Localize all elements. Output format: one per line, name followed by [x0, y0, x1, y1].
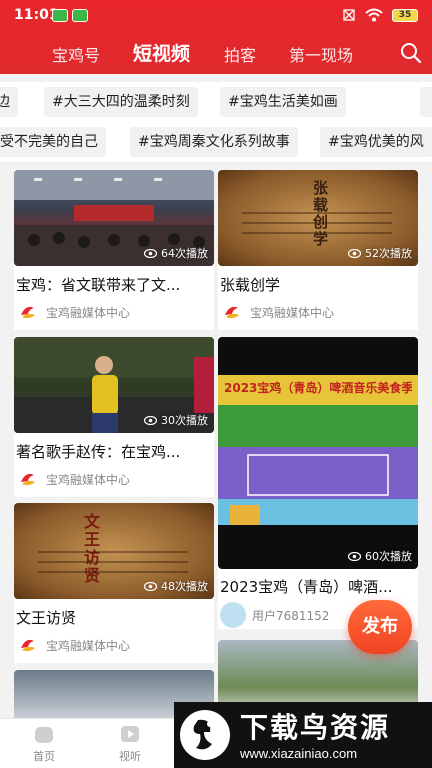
video-author[interactable]: 宝鸡融媒体中心 [16, 633, 130, 657]
eye-icon [144, 581, 157, 591]
eye-icon [348, 551, 361, 561]
video-author[interactable]: 用户7681152 [220, 602, 329, 628]
watermark-title: 下载鸟资源 [240, 711, 391, 744]
avatar [220, 602, 246, 628]
view-count: 60次播放 [348, 548, 412, 564]
media-center-logo [16, 300, 40, 324]
view-count: 48次播放 [144, 578, 208, 594]
view-count: 30次播放 [144, 412, 208, 428]
thumbnail-caption: 2023宝鸡（青岛）啤酒音乐美食季 [224, 381, 412, 395]
status-bar: 11:01 35 [0, 0, 432, 32]
video-card[interactable]: 文王访贤 48次播放 文王访贤 宝鸡融媒体中心 [14, 503, 214, 663]
video-title[interactable]: 张载创学 [220, 274, 418, 295]
video-card[interactable]: 30次播放 著名歌手赵传：在宝鸡... 宝鸡融媒体中心 [14, 337, 214, 497]
video-thumbnail[interactable]: 张载创学 52次播放 [218, 170, 418, 266]
publish-button[interactable]: 发布 [348, 600, 412, 654]
top-tab-bar: 宝鸡号 短视频 拍客 第一现场 [0, 36, 432, 70]
tab-first-scene[interactable]: 第一现场 [289, 42, 353, 66]
media-center-logo [220, 300, 244, 324]
home-icon [35, 727, 53, 743]
video-title[interactable]: 宝鸡：省文联带来了文... [16, 274, 214, 295]
tab-baoji-hao[interactable]: 宝鸡号 [52, 42, 100, 66]
tab-paike[interactable]: 拍客 [224, 42, 256, 66]
watermark-url: www.xiazainiao.com [240, 746, 358, 761]
media-center-logo [16, 633, 40, 657]
video-thumbnail[interactable]: 2023宝鸡（青岛）啤酒音乐美食季 60次播放 [218, 337, 418, 569]
hashtag-chip[interactable] [420, 87, 432, 117]
video-card[interactable]: 张载创学 52次播放 张载创学 宝鸡融媒体中心 [218, 170, 418, 330]
video-author[interactable]: 宝鸡融媒体中心 [16, 467, 130, 491]
eye-icon [144, 248, 157, 258]
view-count: 52次播放 [348, 245, 412, 261]
hashtag-row: 受不完美的自己 #宝鸡周秦文化系列故事 #宝鸡优美的风 [0, 122, 432, 162]
no-sim-icon [343, 9, 355, 21]
video-title[interactable]: 著名歌手赵传：在宝鸡... [16, 441, 214, 462]
nav-audiovisual[interactable]: 视听 [100, 723, 160, 764]
hashtag-chip[interactable]: 边 [0, 87, 18, 117]
eye-icon [348, 248, 361, 258]
hashtag-chip[interactable]: #大三大四的温柔时刻 [44, 87, 198, 117]
thumbnail-caption: 张载创学 [311, 180, 329, 248]
notification-icon [72, 9, 88, 22]
search-icon[interactable] [400, 42, 422, 64]
hashtag-chip[interactable]: #宝鸡优美的风 [320, 127, 432, 157]
video-card[interactable]: 2023宝鸡（青岛）啤酒音乐美食季 60次播放 2023宝鸡（青岛）啤酒... … [218, 337, 418, 629]
video-author[interactable]: 宝鸡融媒体中心 [220, 300, 334, 324]
hashtag-chip[interactable]: 受不完美的自己 [0, 127, 106, 157]
notification-icon [52, 9, 68, 22]
view-count: 64次播放 [144, 245, 208, 261]
thumbnail-caption: 文王访贤 [81, 513, 100, 585]
play-icon [121, 726, 139, 742]
watermark-banner: 下载鸟资源 www.xiazainiao.com [174, 702, 432, 768]
tab-short-video[interactable]: 短视频 [133, 39, 190, 66]
video-author[interactable]: 宝鸡融媒体中心 [16, 300, 130, 324]
hashtag-row: 边 #大三大四的温柔时刻 #宝鸡生活美如画 [0, 82, 432, 122]
eye-icon [144, 415, 157, 425]
wifi-icon [365, 8, 383, 22]
hashtag-chip[interactable]: #宝鸡周秦文化系列故事 [130, 127, 298, 157]
video-thumbnail[interactable]: 30次播放 [14, 337, 214, 433]
battery-indicator: 35 [392, 8, 418, 22]
media-center-logo [16, 467, 40, 491]
hashtag-chip[interactable]: #宝鸡生活美如画 [220, 87, 346, 117]
video-thumbnail[interactable]: 文王访贤 48次播放 [14, 503, 214, 599]
beer-festival-image [218, 375, 418, 525]
watermark-logo [180, 710, 230, 760]
video-title[interactable]: 2023宝鸡（青岛）啤酒... [220, 576, 418, 597]
video-title[interactable]: 文王访贤 [16, 607, 214, 628]
app-header: 11:01 35 宝鸡号 短视频 拍客 第一现场 [0, 0, 432, 74]
video-card[interactable]: 64次播放 宝鸡：省文联带来了文... 宝鸡融媒体中心 [14, 170, 214, 330]
nav-home[interactable]: 首页 [14, 723, 74, 764]
video-thumbnail[interactable]: 64次播放 [14, 170, 214, 266]
